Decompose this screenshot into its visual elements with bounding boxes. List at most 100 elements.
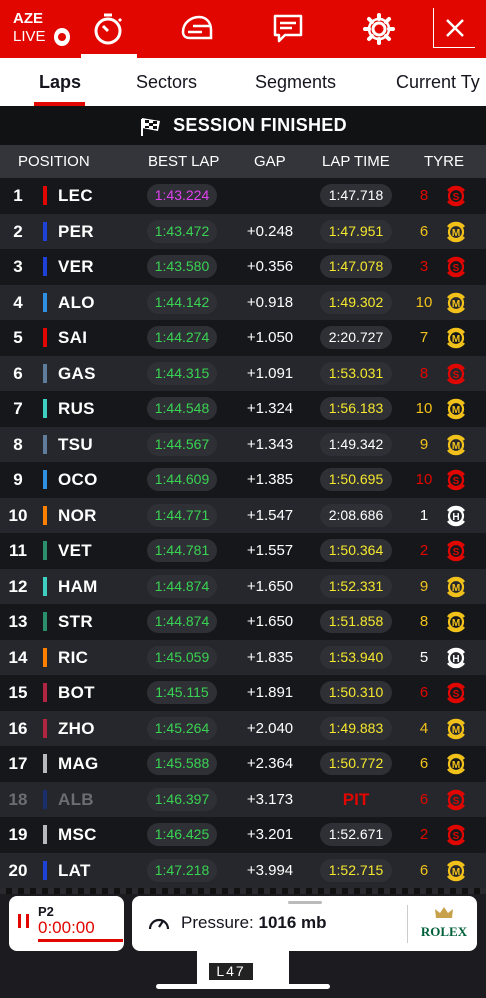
driver-code: ALO bbox=[58, 292, 95, 312]
lap-time: 1:49.302 bbox=[320, 290, 392, 314]
tyre-compound-letter: M bbox=[452, 725, 460, 736]
team-color-bar bbox=[43, 470, 47, 489]
sponsor-name: ROLEX bbox=[420, 924, 468, 939]
table-row[interactable]: 14 RIC 1:45.059 +1.835 1:53.940 5 H bbox=[0, 639, 486, 675]
close-button[interactable] bbox=[433, 8, 475, 48]
drag-handle[interactable] bbox=[288, 901, 322, 904]
table-row[interactable]: 16 ZHO 1:45.264 +2.040 1:49.883 4 M bbox=[0, 710, 486, 746]
tyre-laps: 3 bbox=[419, 258, 429, 275]
tab-sectors[interactable]: Sectors bbox=[136, 58, 197, 106]
tyre-compound-letter: M bbox=[452, 583, 460, 594]
tyre-laps: 9 bbox=[419, 577, 429, 595]
best-lap: 1:43.224 bbox=[147, 184, 217, 207]
driver-code: PER bbox=[58, 221, 94, 241]
pressure-value: 1016 mb bbox=[258, 913, 327, 932]
table-row[interactable]: 10 NOR 1:44.771 +1.547 2:08.686 1 H bbox=[0, 497, 486, 533]
home-indicator[interactable] bbox=[156, 984, 330, 989]
team-color-bar bbox=[43, 257, 47, 276]
tab-segments[interactable]: Segments bbox=[255, 58, 336, 106]
best-lap: 1:44.274 bbox=[147, 326, 217, 349]
live-dot-icon bbox=[53, 28, 70, 46]
driver-code: MSC bbox=[58, 825, 97, 844]
messages-nav-button[interactable] bbox=[263, 0, 313, 58]
close-icon bbox=[445, 18, 464, 37]
table-row[interactable]: 13 STR 1:44.874 +1.650 1:51.858 8 M bbox=[0, 604, 486, 640]
tyre-compound-letter: M bbox=[452, 760, 460, 771]
table-row[interactable]: 19 MSC 1:46.425 +3.201 1:52.671 2 S bbox=[0, 817, 486, 853]
table-row[interactable]: 12 HAM 1:44.874 +1.650 1:52.331 9 M bbox=[0, 568, 486, 604]
team-color-bar bbox=[43, 328, 47, 347]
best-lap: 1:46.397 bbox=[147, 787, 217, 811]
tyre-laps: 6 bbox=[419, 790, 429, 808]
table-row[interactable]: 6 GAS 1:44.315 +1.091 1:53.031 8 S bbox=[0, 355, 486, 391]
chat-icon bbox=[273, 14, 303, 43]
tyre-laps: 10 bbox=[415, 471, 433, 488]
best-lap: 1:44.609 bbox=[147, 468, 217, 491]
table-row[interactable]: 2 PER 1:43.472 +0.248 1:47.951 6 M bbox=[0, 213, 486, 249]
lap-time: 1:50.772 bbox=[320, 752, 392, 775]
gap: +1.050 bbox=[246, 329, 294, 346]
position: 14 bbox=[8, 647, 28, 667]
team-color-bar bbox=[43, 541, 47, 560]
lap-time: 1:52.671 bbox=[320, 823, 392, 846]
table-row[interactable]: 15 BOT 1:45.115 +1.891 1:50.310 6 S bbox=[0, 675, 486, 711]
table-row[interactable]: 9 OCO 1:44.609 +1.385 1:50.695 10 S bbox=[0, 462, 486, 498]
driver-nav-button[interactable] bbox=[172, 0, 222, 58]
table-row[interactable]: 11 VET 1:44.781 +1.557 1:50.364 2 S bbox=[0, 533, 486, 569]
driver-code: ALB bbox=[58, 789, 94, 809]
tyre-laps: 7 bbox=[419, 329, 429, 346]
timing-table: 1 LEC 1:43.224 1:47.718 8 S 2 PER 1:43.472 +0.2… bbox=[0, 178, 486, 888]
weather-card[interactable]: Pressure: 1016 mb ROLEX bbox=[132, 896, 477, 951]
gear-icon bbox=[363, 13, 395, 45]
tyre-laps: 8 bbox=[419, 187, 429, 204]
tyre-compound-letter: S bbox=[453, 370, 460, 381]
race-code: AZE bbox=[13, 10, 43, 27]
sponsor-logo: ROLEX bbox=[414, 906, 474, 940]
table-row[interactable]: 7 RUS 1:44.548 +1.324 1:56.183 10 M bbox=[0, 391, 486, 427]
top-bar: AZE LIVE bbox=[0, 0, 486, 58]
table-row[interactable]: 3 VER 1:43.580 +0.356 1:47.078 3 S bbox=[0, 249, 486, 285]
footer-divider bbox=[0, 888, 486, 894]
position: 4 bbox=[13, 292, 23, 312]
driver-code: SAI bbox=[58, 328, 88, 347]
tyre-compound-icon: S bbox=[447, 682, 465, 704]
table-row[interactable]: 8 TSU 1:44.567 +1.343 1:49.342 9 M bbox=[0, 426, 486, 462]
best-lap: 1:43.472 bbox=[147, 219, 217, 243]
table-row[interactable]: 20 LAT 1:47.218 +3.994 1:52.715 6 M bbox=[0, 852, 486, 888]
team-color-bar bbox=[43, 754, 47, 773]
tab-laps[interactable]: Laps bbox=[33, 58, 86, 106]
position: 5 bbox=[13, 328, 23, 347]
table-row[interactable]: 4 ALO 1:44.142 +0.918 1:49.302 10 M bbox=[0, 284, 486, 320]
tyre-compound-letter: M bbox=[452, 618, 460, 629]
session-progress-line bbox=[38, 939, 123, 942]
position: 13 bbox=[8, 612, 28, 631]
position: 16 bbox=[8, 718, 28, 738]
tyre-compound-letter: M bbox=[452, 405, 460, 416]
driver-code: BOT bbox=[58, 683, 95, 702]
best-lap: 1:44.781 bbox=[147, 539, 217, 562]
table-row[interactable]: 5 SAI 1:44.274 +1.050 2:20.727 7 M bbox=[0, 320, 486, 356]
live-indicator[interactable]: AZE LIVE bbox=[0, 0, 70, 58]
session-status-text: SESSION FINISHED bbox=[173, 115, 347, 135]
session-card[interactable]: P2 0:00:00 bbox=[9, 896, 124, 951]
table-row[interactable]: 18 ALB 1:46.397 +3.173 PIT 6 S bbox=[0, 781, 486, 817]
table-row[interactable]: 1 LEC 1:43.224 1:47.718 8 S bbox=[0, 178, 486, 214]
gap: +1.385 bbox=[246, 471, 294, 488]
tyre-compound-letter: S bbox=[453, 689, 460, 700]
best-lap: 1:46.425 bbox=[147, 823, 217, 846]
gap: +3.994 bbox=[246, 861, 294, 879]
settings-nav-button[interactable] bbox=[354, 0, 404, 58]
gap: +1.650 bbox=[246, 577, 294, 595]
tyre-compound-letter: S bbox=[453, 476, 460, 487]
table-row[interactable]: 17 MAG 1:45.588 +2.364 1:50.772 6 M bbox=[0, 746, 486, 782]
best-lap: 1:44.142 bbox=[147, 290, 217, 314]
timing-nav-button[interactable] bbox=[81, 0, 137, 58]
tyre-laps: 6 bbox=[419, 861, 429, 879]
lap-time: 1:50.310 bbox=[320, 681, 392, 704]
car-graphic: L47 bbox=[197, 950, 289, 984]
table-header: POSITION BEST LAP GAP LAP TIME TYRE bbox=[0, 145, 486, 178]
gap: +0.918 bbox=[246, 293, 294, 311]
tyre-compound-icon: M bbox=[447, 327, 465, 349]
tab-current-tyre[interactable]: Current Ty bbox=[396, 58, 480, 106]
driver-code: VER bbox=[58, 257, 94, 276]
